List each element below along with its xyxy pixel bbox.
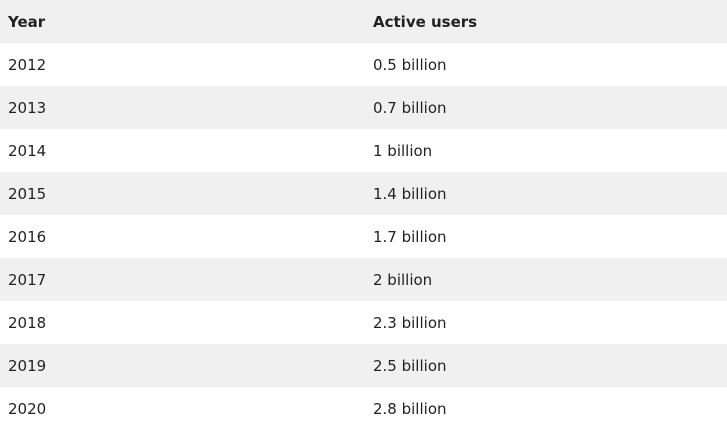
table-row: 2017 2 billion: [0, 258, 727, 301]
cell-active-users: 0.7 billion: [365, 86, 727, 129]
cell-active-users: 2.8 billion: [365, 387, 727, 430]
column-header-active-users: Active users: [365, 0, 727, 43]
cell-year: 2020: [0, 387, 365, 430]
cell-active-users: 2.3 billion: [365, 301, 727, 344]
table-row: 2015 1.4 billion: [0, 172, 727, 215]
table-row: 2016 1.7 billion: [0, 215, 727, 258]
cell-active-users: 1 billion: [365, 129, 727, 172]
data-table: Year Active users 2012 0.5 billion 2013 …: [0, 0, 727, 430]
cell-active-users: 2.5 billion: [365, 344, 727, 387]
table-row: 2020 2.8 billion: [0, 387, 727, 430]
cell-year: 2019: [0, 344, 365, 387]
cell-year: 2015: [0, 172, 365, 215]
cell-year: 2014: [0, 129, 365, 172]
cell-active-users: 2 billion: [365, 258, 727, 301]
cell-year: 2013: [0, 86, 365, 129]
cell-active-users: 0.5 billion: [365, 43, 727, 86]
table-header-row: Year Active users: [0, 0, 727, 43]
cell-year: 2016: [0, 215, 365, 258]
cell-active-users: 1.7 billion: [365, 215, 727, 258]
cell-year: 2018: [0, 301, 365, 344]
table-row: 2012 0.5 billion: [0, 43, 727, 86]
table-row: 2018 2.3 billion: [0, 301, 727, 344]
column-header-year: Year: [0, 0, 365, 43]
cell-year: 2017: [0, 258, 365, 301]
table-row: 2013 0.7 billion: [0, 86, 727, 129]
table-row: 2014 1 billion: [0, 129, 727, 172]
cell-active-users: 1.4 billion: [365, 172, 727, 215]
table-row: 2019 2.5 billion: [0, 344, 727, 387]
cell-year: 2012: [0, 43, 365, 86]
